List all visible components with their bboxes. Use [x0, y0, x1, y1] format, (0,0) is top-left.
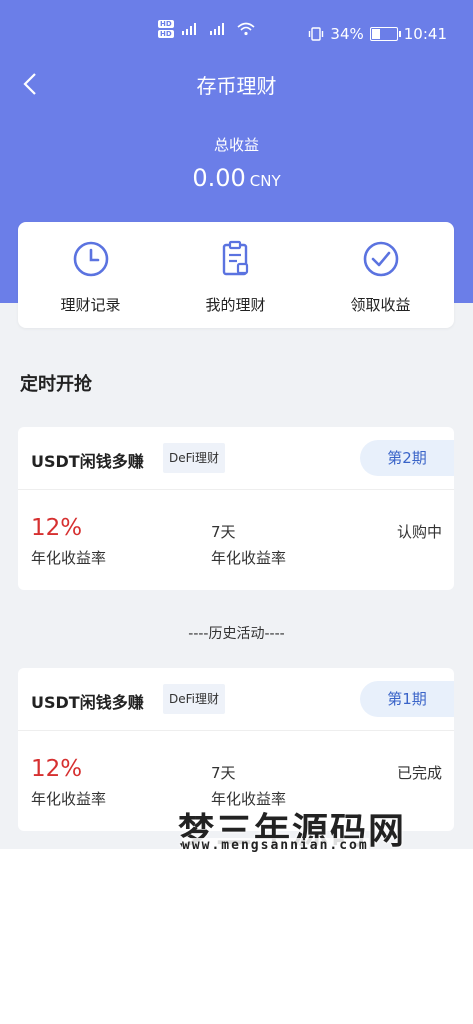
annual-rate-label: 年化收益率	[31, 549, 107, 567]
product-tag: DeFi理财	[163, 443, 225, 473]
menu-item-my-finance[interactable]: 我的理财	[163, 222, 308, 328]
clock-time: 10:41	[403, 25, 447, 43]
status-label: 已完成	[396, 764, 442, 782]
product-name: USDT闲钱多赚	[31, 452, 144, 471]
menu-item-records[interactable]: 理财记录	[18, 222, 163, 328]
status-bar: HD HD 34% 10:41	[0, 0, 473, 64]
term-label: 年化收益率	[211, 790, 287, 808]
status-right: 34% 10:41	[308, 25, 447, 43]
section-title: 定时开抢	[20, 374, 92, 395]
check-circle-icon	[363, 241, 399, 277]
menu-card: 理财记录 我的理财 领取收益	[18, 222, 454, 328]
annual-rate: 12%	[31, 756, 83, 782]
sim-icon: HD HD	[158, 20, 174, 38]
product-tag: DeFi理财	[163, 684, 225, 714]
total-earnings: 0.00 CNY	[0, 164, 473, 192]
annual-rate-label: 年化收益率	[31, 790, 107, 808]
product-card-header: USDT闲钱多赚 DeFi理财 第1期	[18, 668, 454, 731]
currency-label: CNY	[249, 172, 281, 190]
page-title: 存币理财	[196, 74, 277, 98]
total-earnings-value: 0.00	[192, 164, 246, 192]
signal-group: HD HD	[158, 20, 256, 38]
history-divider: ----历史活动----	[188, 626, 285, 642]
term-days: 7天	[211, 523, 236, 541]
annual-rate: 12%	[31, 515, 83, 541]
signal-icon	[209, 23, 224, 35]
wifi-icon	[237, 22, 255, 36]
product-card[interactable]: USDT闲钱多赚 DeFi理财 第2期 12% 年化收益率 7天 年化收益率 认…	[18, 427, 454, 590]
clipboard-icon	[222, 240, 249, 276]
vibrate-icon	[309, 27, 324, 41]
clock-icon	[73, 241, 109, 277]
menu-item-label: 理财记录	[60, 296, 121, 314]
battery-percent: 34%	[330, 25, 364, 43]
term-label: 年化收益率	[211, 549, 287, 567]
period-badge[interactable]: 第1期	[360, 681, 454, 717]
product-card-header: USDT闲钱多赚 DeFi理财 第2期	[18, 427, 454, 490]
total-earnings-label: 总收益	[213, 136, 259, 154]
period-badge[interactable]: 第2期	[360, 440, 454, 476]
term-days: 7天	[211, 764, 236, 782]
menu-item-label: 我的理财	[205, 296, 266, 314]
product-name: USDT闲钱多赚	[31, 693, 144, 712]
menu-item-claim-earnings[interactable]: 领取收益	[308, 222, 453, 328]
signal-icon	[181, 23, 196, 35]
menu-item-label: 领取收益	[350, 296, 411, 314]
product-card[interactable]: USDT闲钱多赚 DeFi理财 第1期 12% 年化收益率 7天 年化收益率 已…	[18, 668, 454, 831]
battery-icon	[369, 27, 401, 41]
status-label: 认购中	[396, 523, 442, 541]
